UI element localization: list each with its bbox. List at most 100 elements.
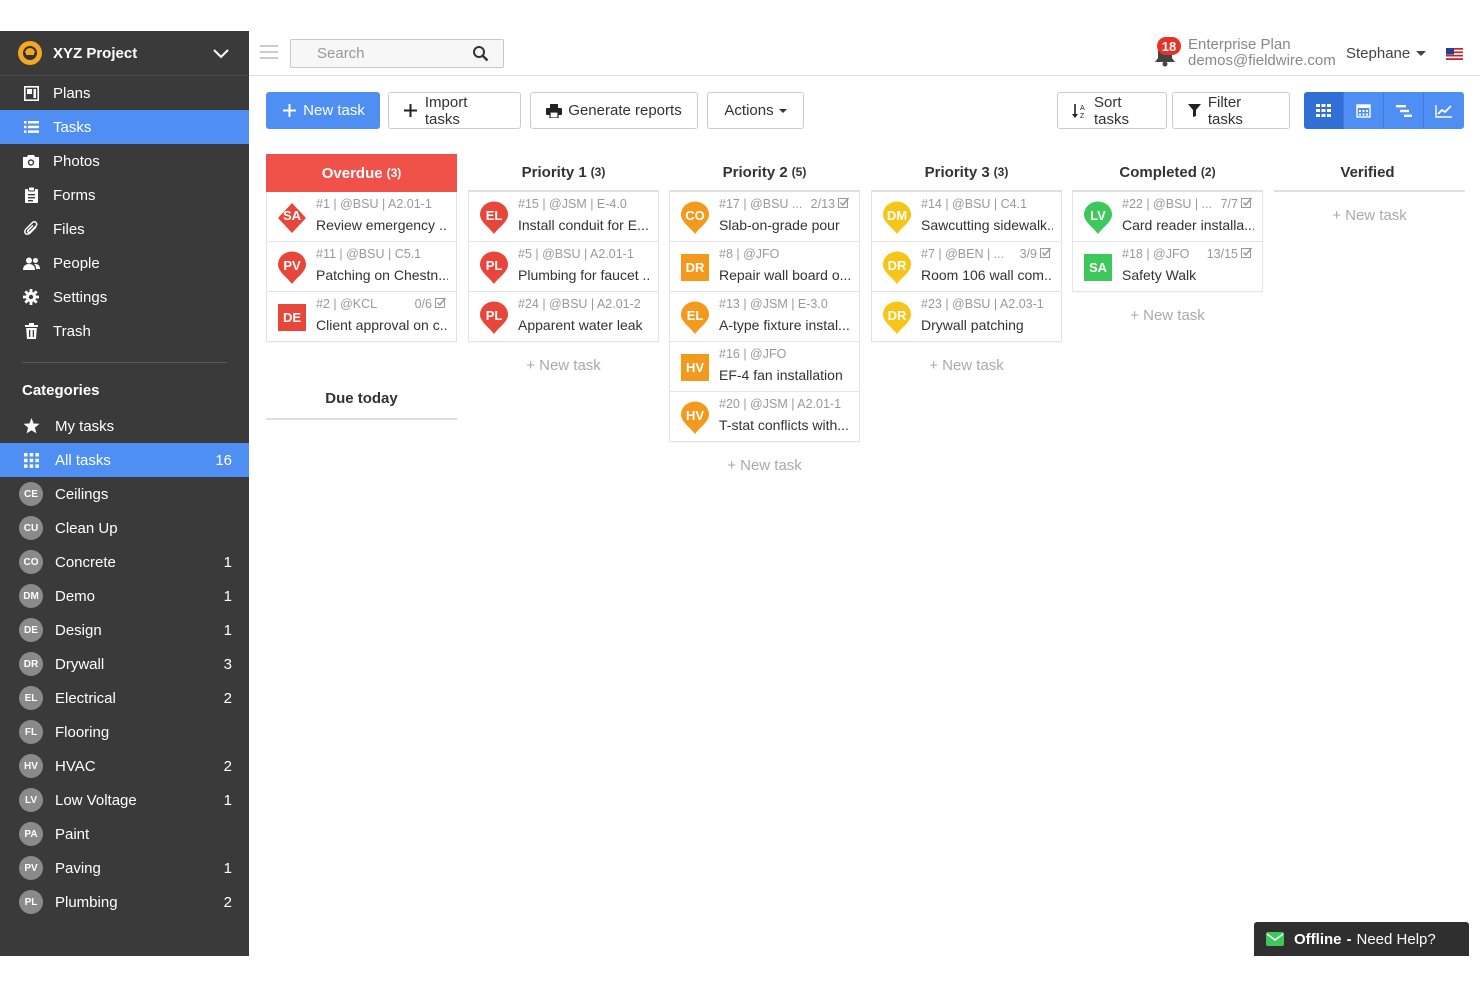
sidebar-item-people[interactable]: People bbox=[0, 246, 249, 280]
category-item-paving[interactable]: PV Paving 1 bbox=[0, 851, 249, 885]
sidebar-item-photos[interactable]: Photos bbox=[0, 144, 249, 178]
category-item-drywall[interactable]: DR Drywall 3 bbox=[0, 647, 249, 681]
task-card[interactable]: CO #17 | @BSU ... 2/13 Slab-on-grade pour bbox=[669, 192, 860, 242]
category-item-design[interactable]: DE Design 1 bbox=[0, 613, 249, 647]
gantt-view-button[interactable] bbox=[1384, 92, 1424, 129]
task-card[interactable]: HV #16 | @JFO EF-4 fan installation bbox=[669, 342, 860, 392]
category-label: Electrical bbox=[55, 689, 116, 707]
calendar-view-button[interactable] bbox=[1344, 92, 1384, 129]
task-title: T-stat conflicts with... bbox=[719, 417, 849, 433]
task-card[interactable]: SA #18 | @JFO 13/15 Safety Walk bbox=[1072, 242, 1263, 292]
task-card[interactable]: DR #8 | @JFO Repair wall board o... bbox=[669, 242, 860, 292]
chevron-down-icon[interactable] bbox=[211, 43, 231, 63]
task-card[interactable]: DR #23 | @BSU | A2.03-1 Drywall patching bbox=[871, 292, 1062, 342]
checklist-count: 0/6 bbox=[414, 297, 432, 311]
board-view-button[interactable] bbox=[1304, 92, 1344, 129]
category-item-all-tasks[interactable]: All tasks 16 bbox=[0, 443, 249, 477]
sidebar-item-tasks[interactable]: Tasks bbox=[0, 110, 249, 144]
add-task-link[interactable]: + New task bbox=[1072, 292, 1263, 340]
task-meta: #17 | @BSU ... bbox=[719, 197, 803, 211]
printer-icon bbox=[546, 103, 563, 119]
task-card[interactable]: EL #13 | @JSM | E-3.0 A-type fixture insta… bbox=[669, 292, 860, 342]
us-flag-icon[interactable] bbox=[1446, 48, 1463, 60]
add-task-link[interactable]: + New task bbox=[1274, 192, 1465, 240]
sidebar-item-files[interactable]: Files bbox=[0, 212, 249, 246]
new-task-label: New task bbox=[303, 102, 365, 119]
sidebar-item-settings[interactable]: Settings bbox=[0, 280, 249, 314]
category-item-plumbing[interactable]: PL Plumbing 2 bbox=[0, 885, 249, 919]
sidebar-item-label: People bbox=[53, 254, 100, 272]
category-item-demo[interactable]: DM Demo 1 bbox=[0, 579, 249, 613]
forms-icon bbox=[22, 186, 40, 204]
column-header[interactable]: Priority 2 (5) bbox=[669, 154, 860, 192]
task-meta: #23 | @BSU | A2.03-1 bbox=[921, 297, 1044, 311]
task-card[interactable]: DE #2 | @KCL 0/6 Client approval on c... bbox=[266, 292, 457, 342]
task-card[interactable]: LV #22 | @BSU | ... 7/7 Card reader install… bbox=[1072, 192, 1263, 242]
task-title: Sawcutting sidewalk... bbox=[921, 217, 1053, 233]
category-badge: PV bbox=[19, 856, 43, 880]
gear-icon bbox=[22, 288, 40, 306]
task-title: Review emergency ... bbox=[316, 217, 448, 233]
help-chat-widget[interactable]: Offline - Need Help? bbox=[1254, 922, 1469, 956]
sidebar-item-trash[interactable]: Trash bbox=[0, 314, 249, 348]
category-badge: DM bbox=[19, 584, 43, 608]
user-menu[interactable]: Stephane bbox=[1346, 45, 1427, 62]
task-card[interactable]: DM #14 | @BSU | C4.1 Sawcutting sidewalk..… bbox=[871, 192, 1062, 242]
column-header[interactable]: Priority 1 (3) bbox=[468, 154, 659, 192]
analytics-view-button[interactable] bbox=[1424, 92, 1464, 129]
column-header[interactable]: Completed (2) bbox=[1072, 154, 1263, 192]
task-card[interactable]: PV #11 | @BSU | C5.1 Patching on Chestn... bbox=[266, 242, 457, 292]
task-marker-pin-icon: CO bbox=[680, 201, 710, 235]
column-header[interactable]: Overdue (3) bbox=[266, 154, 457, 192]
hamburger-menu-icon[interactable] bbox=[260, 45, 278, 59]
search-input[interactable] bbox=[291, 40, 471, 67]
generate-reports-button[interactable]: Generate reports bbox=[530, 92, 698, 129]
sidebar-item-forms[interactable]: Forms bbox=[0, 178, 249, 212]
filter-tasks-button[interactable]: Filter tasks bbox=[1172, 92, 1290, 129]
column-count: (3) bbox=[386, 166, 402, 180]
category-item-concrete[interactable]: CO Concrete 1 bbox=[0, 545, 249, 579]
task-card[interactable]: SA #1 | @BSU | A2.01-1 Review emergency ..… bbox=[266, 192, 457, 242]
project-selector[interactable]: XYZ Project bbox=[0, 31, 249, 76]
actions-dropdown[interactable]: Actions bbox=[707, 92, 804, 129]
new-task-button[interactable]: New task bbox=[266, 92, 380, 129]
category-count: 3 bbox=[223, 655, 232, 673]
task-card[interactable]: EL #15 | @JSM | E-4.0 Install conduit for … bbox=[468, 192, 659, 242]
sidebar-divider bbox=[22, 362, 227, 363]
notification-count-badge[interactable]: 18 bbox=[1157, 37, 1181, 55]
category-item-flooring[interactable]: FL Flooring bbox=[0, 715, 249, 749]
category-item-hvac[interactable]: HV HVAC 2 bbox=[0, 749, 249, 783]
task-marker-pin-icon: PV bbox=[277, 251, 307, 285]
category-item-ceilings[interactable]: CE Ceilings bbox=[0, 477, 249, 511]
task-marker-pin-icon: PL bbox=[479, 251, 509, 285]
task-title: Apparent water leak bbox=[518, 317, 643, 333]
sidebar-item-plans[interactable]: Plans bbox=[0, 76, 249, 110]
category-item-my-tasks[interactable]: My tasks bbox=[0, 409, 249, 443]
task-marker-pin-icon: LV bbox=[1083, 201, 1113, 235]
task-card[interactable]: HV #20 | @JSM | A2.01-1 T-stat conflicts w… bbox=[669, 392, 860, 442]
add-task-link[interactable]: + New task bbox=[669, 442, 860, 490]
task-meta: #18 | @JFO bbox=[1122, 247, 1190, 261]
task-badge-text: PL bbox=[485, 258, 503, 273]
column-header[interactable]: Priority 3 (3) bbox=[871, 154, 1062, 192]
task-meta: #14 | @BSU | C4.1 bbox=[921, 197, 1028, 211]
category-badge: DR bbox=[19, 652, 43, 676]
sort-tasks-button[interactable]: AZ Sort tasks bbox=[1057, 92, 1167, 129]
import-tasks-button[interactable]: Import tasks bbox=[388, 92, 521, 129]
search-icon[interactable] bbox=[472, 45, 489, 62]
sidebar-item-label: Plans bbox=[53, 84, 91, 102]
column-header[interactable]: Verified bbox=[1274, 154, 1465, 192]
task-badge-text: EL bbox=[686, 308, 704, 323]
task-card[interactable]: PL #5 | @BSU | A2.01-1 Plumbing for faucet… bbox=[468, 242, 659, 292]
add-task-link[interactable]: + New task bbox=[468, 342, 659, 390]
category-item-paint[interactable]: PA Paint bbox=[0, 817, 249, 851]
add-task-link[interactable]: + New task bbox=[871, 342, 1062, 390]
category-item-electrical[interactable]: EL Electrical 2 bbox=[0, 681, 249, 715]
task-card[interactable]: DR #7 | @BEN | ... 3/9 Room 106 wall com... bbox=[871, 242, 1062, 292]
task-card[interactable]: PL #24 | @BSU | A2.01-2 Apparent water lea… bbox=[468, 292, 659, 342]
category-item-low-voltage[interactable]: LV Low Voltage 1 bbox=[0, 783, 249, 817]
task-meta: #8 | @JFO bbox=[719, 247, 780, 261]
category-badge: HV bbox=[19, 754, 43, 778]
category-label: Design bbox=[55, 621, 102, 639]
category-item-clean-up[interactable]: CU Clean Up bbox=[0, 511, 249, 545]
